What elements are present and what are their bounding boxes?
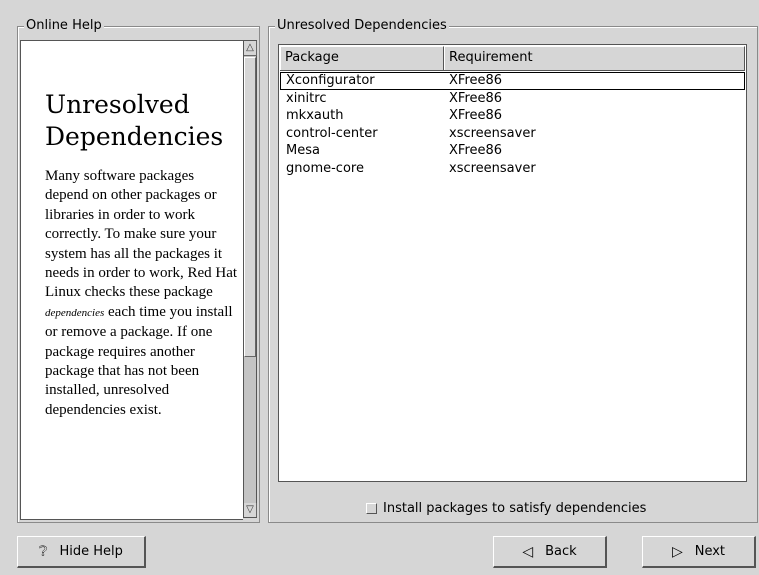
package-cell: control-center [286, 125, 378, 141]
help-title: Unresolved Dependencies [45, 90, 224, 151]
help-content: Unresolved Dependencies Many software pa… [20, 40, 243, 520]
question-mark-icon: ❔︎ [39, 543, 48, 560]
requirement-cell: XFree86 [449, 90, 503, 106]
right-triangle-icon: ▷ [671, 543, 683, 560]
package-cell: mkxauth [286, 108, 344, 124]
online-help-frame: Online Help Unresolved Dependencies Many… [17, 18, 260, 523]
dependencies-frame: Unresolved Dependencies Package Requirem… [268, 18, 758, 523]
install-deps-option[interactable]: Install packages to satisfy dependencies [366, 501, 646, 516]
requirement-cell: XFree86 [449, 73, 503, 88]
install-deps-checkbox[interactable] [366, 503, 377, 514]
package-cell: Xconfigurator [286, 73, 375, 88]
requirement-cell: XFree86 [449, 108, 503, 124]
install-deps-label[interactable]: Install packages to satisfy dependencies [383, 501, 646, 516]
package-cell: Mesa [286, 143, 320, 159]
package-cell: xinitrc [286, 90, 327, 106]
dependencies-list[interactable]: Package Requirement Xconfigurator XFree86… [278, 44, 747, 482]
list-rows: Xconfigurator XFree86 xinitrc XFree86 mkxaut… [280, 72, 745, 178]
dependencies-label: Unresolved Dependencies [275, 18, 449, 34]
hide-help-button[interactable]: ❔︎ Hide Help [17, 536, 146, 568]
scroll-thumb[interactable] [244, 57, 256, 357]
package-cell: gnome-core [286, 160, 364, 176]
list-header: Package Requirement [280, 46, 745, 71]
table-row[interactable]: Xconfigurator XFree86 [280, 72, 745, 90]
scroll-down-arrow-icon[interactable]: ▽ [244, 503, 257, 517]
table-row[interactable]: control-center xscreensaver [280, 125, 745, 143]
column-header-requirement[interactable]: Requirement [444, 46, 745, 70]
next-button[interactable]: ▷ Next [642, 536, 756, 568]
back-button[interactable]: ◁ Back [493, 536, 607, 568]
table-row[interactable]: Mesa XFree86 [280, 142, 745, 160]
table-row[interactable]: mkxauth XFree86 [280, 107, 745, 125]
scroll-up-arrow-icon[interactable]: △ [244, 41, 257, 56]
requirement-cell: XFree86 [449, 143, 503, 159]
help-scrollbar[interactable]: △ ▽ [243, 40, 257, 518]
table-row[interactable]: xinitrc XFree86 [280, 90, 745, 108]
help-body: Many software packages depend on other p… [45, 168, 238, 418]
column-header-package[interactable]: Package [280, 46, 444, 70]
requirement-cell: xscreensaver [449, 125, 536, 141]
help-emphasis: dependencies [45, 306, 105, 319]
table-row[interactable]: gnome-core xscreensaver [280, 160, 745, 178]
requirement-cell: xscreensaver [449, 160, 536, 176]
left-triangle-icon: ◁ [522, 543, 534, 560]
online-help-label: Online Help [24, 18, 104, 34]
